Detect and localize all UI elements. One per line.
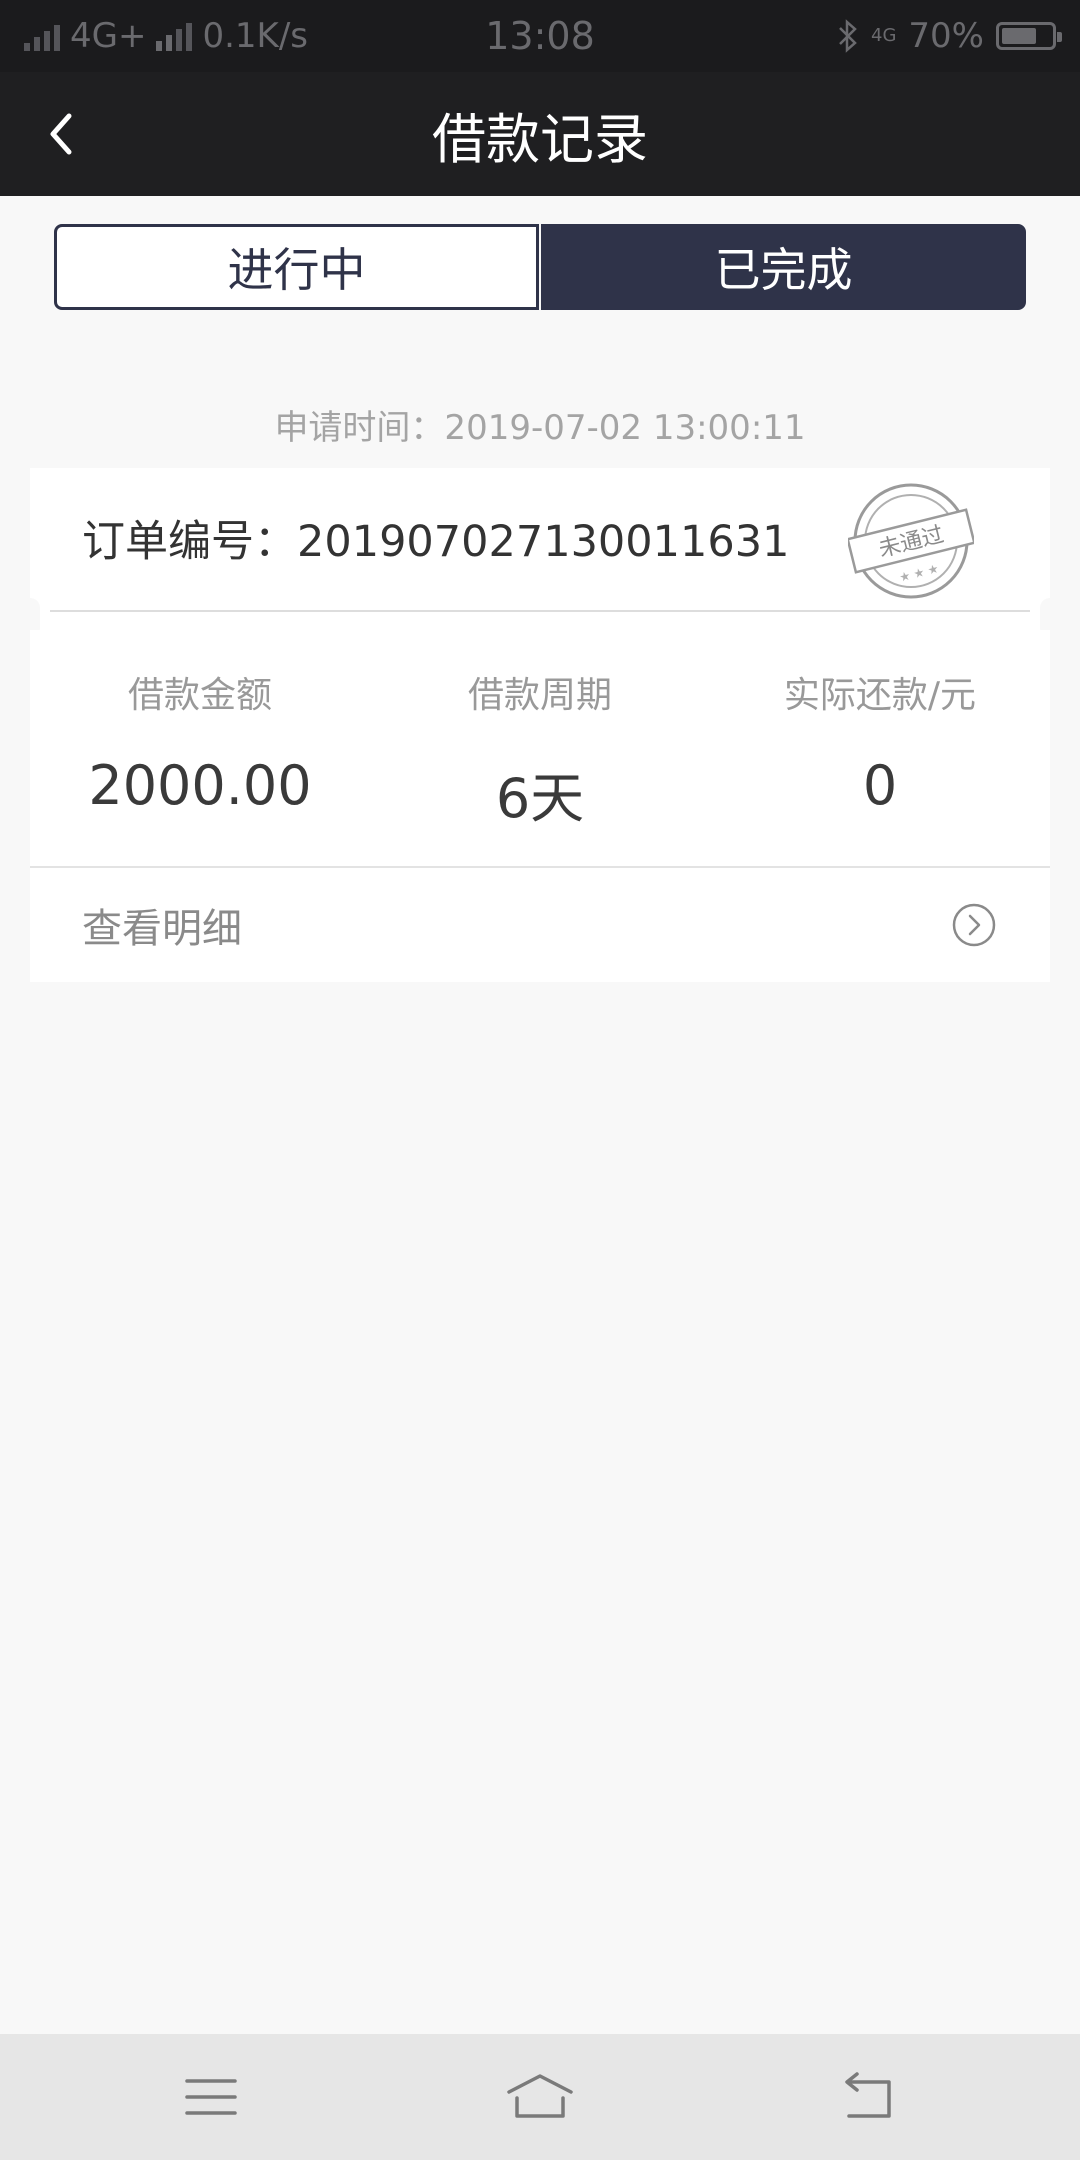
network-badge: 4G [871, 25, 897, 46]
status-tabs: 进行中 已完成 [54, 224, 1026, 310]
system-nav-bar [0, 2034, 1080, 2160]
home-icon [507, 2074, 573, 2118]
view-detail-label: 查看明细 [82, 906, 242, 952]
rejected-stamp: 未通过 ★ ★ ★ [846, 478, 976, 604]
stat-label: 借款周期 [467, 675, 612, 716]
apply-time: 申请时间：2019-07-02 13:00:11 [274, 408, 806, 448]
stat-label: 借款金额 [127, 675, 272, 716]
nav-bar: 借款记录 [0, 72, 1080, 196]
back-button[interactable] [20, 94, 100, 174]
divider-line [50, 610, 1030, 612]
battery-icon [996, 22, 1062, 50]
tab-in-progress[interactable]: 进行中 [54, 224, 539, 310]
stat-value: 6天 [495, 767, 585, 830]
status-bar: 4G+ 0.1K/s 13:08 4G 70% [0, 0, 1080, 72]
chevron-right-circle-icon [952, 903, 996, 947]
status-right: 4G 70% [837, 0, 1062, 72]
battery-percent: 70% [908, 16, 984, 56]
stat-loan-amount: 借款金额 2000.00 [30, 630, 370, 866]
back-icon [845, 2072, 891, 2118]
bluetooth-icon [837, 19, 859, 53]
record-stats: 借款金额 2000.00 借款周期 6天 实际还款/元 0 [30, 630, 1050, 866]
back-nav-button[interactable] [832, 2062, 902, 2132]
stat-value: 2000.00 [88, 754, 312, 817]
card-divider [20, 598, 1060, 638]
stat-value: 0 [862, 754, 898, 817]
order-number: 订单编号：201907027130011631 [82, 517, 790, 567]
chevron-left-icon [50, 113, 72, 155]
record-card-header: 订单编号：201907027130011631 未通过 ★ ★ ★ [30, 468, 1050, 608]
menu-button[interactable] [176, 2062, 246, 2132]
view-detail-row[interactable]: 查看明细 [30, 868, 1050, 982]
tab-completed[interactable]: 已完成 [541, 224, 1026, 310]
battery-fill [1002, 28, 1036, 44]
stat-actual-repayment: 实际还款/元 0 [710, 630, 1050, 866]
home-button[interactable] [505, 2062, 575, 2132]
menu-icon [185, 2079, 237, 2115]
stat-loan-period: 借款周期 6天 [370, 630, 710, 866]
page-title: 借款记录 [432, 107, 648, 171]
stat-label: 实际还款/元 [783, 675, 977, 716]
